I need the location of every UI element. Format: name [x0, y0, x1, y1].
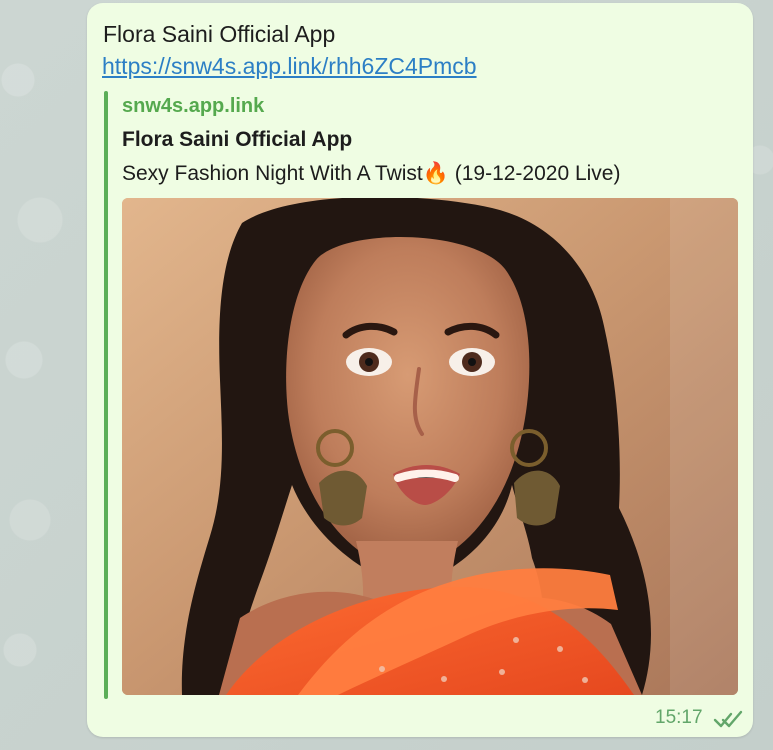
- message-timestamp: 15:17: [655, 707, 703, 728]
- preview-title: Flora Saini Official App: [122, 128, 353, 151]
- link-preview[interactable]: snw4s.app.link Flora Saini Official App …: [104, 91, 740, 699]
- preview-image[interactable]: [122, 198, 738, 695]
- double-check-icon: [713, 710, 743, 728]
- message-text: Flora Saini Official App: [103, 21, 336, 47]
- preview-site: snw4s.app.link: [122, 95, 265, 117]
- preview-description: Sexy Fashion Night With A Twist🔥 (19-12-…: [122, 162, 621, 185]
- preview-accent-bar: [104, 91, 108, 699]
- message-bubble[interactable]: Flora Saini Official App https://snw4s.a…: [87, 3, 753, 737]
- message-link[interactable]: https://snw4s.app.link/rhh6ZC4Pmcb: [102, 52, 477, 80]
- preview-image-placeholder: [122, 198, 738, 695]
